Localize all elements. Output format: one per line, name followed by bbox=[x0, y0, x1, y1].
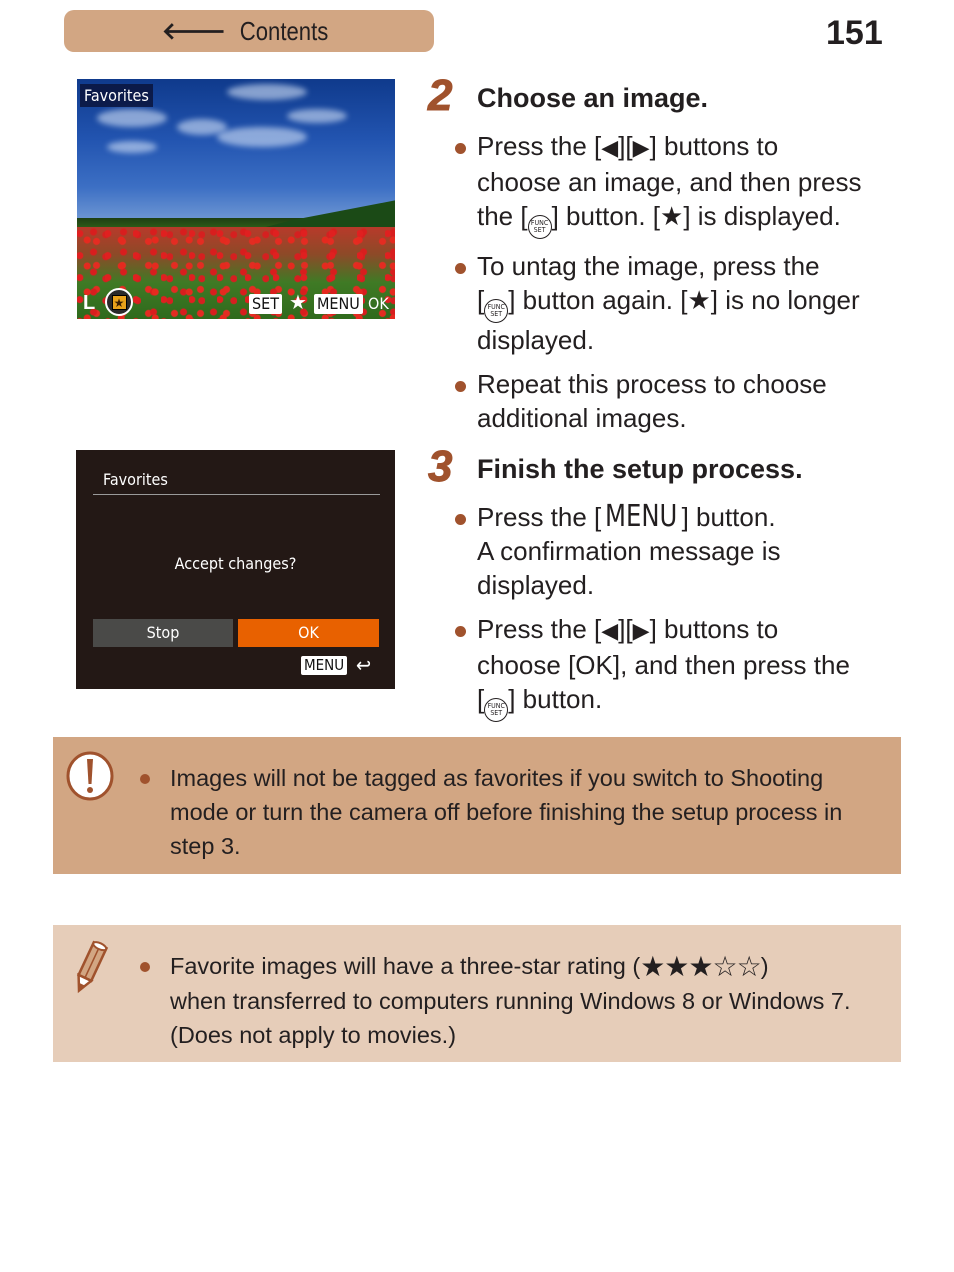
text: step 3. bbox=[170, 833, 241, 859]
set-key-icon: SET bbox=[249, 294, 283, 314]
text: To untag the image, press the bbox=[477, 251, 820, 281]
return-icon: ↩ bbox=[356, 653, 372, 677]
text: Press the [ bbox=[477, 131, 602, 161]
func-set-icon: FUNC SET bbox=[484, 698, 509, 722]
star-icon: ★ bbox=[289, 292, 307, 314]
image-size-indicator: L bbox=[83, 292, 96, 314]
text: A confirmation message is bbox=[477, 536, 781, 566]
camera-screen-photo: Favorites L ★ SET ★ MENU OK bbox=[77, 79, 395, 319]
menu-key-icon: MENU bbox=[301, 656, 348, 675]
favorite-badge-icon: ★ bbox=[105, 288, 133, 316]
stop-button[interactable]: Stop bbox=[93, 619, 233, 647]
page-number: 151 bbox=[826, 14, 883, 52]
set-label: SET bbox=[533, 226, 546, 234]
list-item: Press the [◀][▶] buttons to choose [OK],… bbox=[452, 612, 850, 722]
cloud bbox=[227, 84, 307, 100]
text: ] button. [ bbox=[551, 201, 660, 231]
text: ][ bbox=[618, 131, 633, 161]
text: ) bbox=[760, 953, 769, 979]
text: ] buttons to bbox=[649, 614, 779, 644]
memo-text: Favorite images will have a three-star r… bbox=[140, 949, 890, 1052]
contents-label: Contents bbox=[239, 15, 329, 46]
memo-note: Favorite images will have a three-star r… bbox=[53, 925, 901, 1062]
text: ] is displayed. bbox=[683, 201, 841, 231]
text: Repeat this process to choose bbox=[477, 369, 827, 399]
text: additional images. bbox=[477, 403, 687, 433]
func-set-icon: FUNC SET bbox=[527, 215, 552, 239]
list-item: Repeat this process to choose additional… bbox=[452, 367, 861, 435]
step-number: 2 bbox=[427, 71, 453, 120]
dialog-divider bbox=[93, 494, 380, 495]
menu-button-icon: MENU bbox=[605, 499, 678, 534]
list-item: Press the [MENU] button. A confirmation … bbox=[452, 500, 850, 602]
text: displayed. bbox=[477, 570, 595, 600]
bullet bbox=[140, 774, 150, 784]
rating-stars-filled-icon: ★★★ bbox=[640, 951, 713, 982]
step-bullets: Press the [◀][▶] buttons to choose an im… bbox=[452, 129, 861, 445]
text: ] button again. [ bbox=[508, 285, 688, 315]
dialog-title: Favorites bbox=[103, 470, 168, 489]
star-icon: ★ bbox=[660, 201, 684, 231]
step-3: 3 Finish the setup process. Press the [M… bbox=[427, 442, 908, 725]
func-set-icon: FUNC SET bbox=[484, 299, 509, 323]
caution-note: Images will not be tagged as favorites i… bbox=[53, 737, 901, 874]
dialog-message: Accept changes? bbox=[174, 554, 297, 573]
contents-button[interactable]: 🡐 Contents bbox=[64, 10, 434, 52]
text: Images will not be tagged as favorites i… bbox=[170, 765, 824, 791]
pencil-icon bbox=[66, 939, 114, 1000]
set-label: SET bbox=[490, 310, 503, 318]
text: displayed. bbox=[477, 325, 595, 355]
text: ] button. bbox=[508, 684, 603, 714]
ok-button[interactable]: OK bbox=[238, 619, 379, 647]
list-item: To untag the image, press the [FUNC SET] … bbox=[452, 249, 861, 357]
text: choose [OK], and then press the bbox=[477, 650, 850, 680]
star-icon: ★ bbox=[687, 285, 711, 315]
step-number: 3 bbox=[427, 442, 453, 491]
text: [ bbox=[477, 285, 485, 315]
text: Favorite images will have a three-star r… bbox=[170, 953, 641, 979]
text: ] button. bbox=[681, 502, 776, 532]
step-title: Choose an image. bbox=[477, 83, 709, 113]
right-arrow-icon: ▶ bbox=[632, 135, 650, 160]
text: when transferred to computers running Wi… bbox=[170, 988, 851, 1014]
text: Press the [ bbox=[477, 502, 602, 532]
caution-text: Images will not be tagged as favorites i… bbox=[140, 761, 890, 863]
step-title: Finish the setup process. bbox=[477, 454, 803, 484]
text: (Does not apply to movies.) bbox=[170, 1022, 457, 1048]
cloud bbox=[107, 141, 157, 153]
screen-title: Favorites bbox=[80, 84, 153, 107]
bullet bbox=[140, 962, 150, 972]
text: ][ bbox=[618, 614, 633, 644]
left-arrow-icon: ◀ bbox=[601, 135, 619, 160]
camera-screen-dialog: Favorites Accept changes? Stop OK MENU ↩ bbox=[76, 450, 395, 689]
menu-key-icon: MENU bbox=[314, 294, 363, 314]
step-bullets: Press the [MENU] button. A confirmation … bbox=[452, 500, 850, 732]
set-label: SET bbox=[490, 709, 503, 717]
text: the [ bbox=[477, 201, 528, 231]
step-2: 2 Choose an image. Press the [◀][▶] butt… bbox=[427, 71, 908, 433]
text: [ bbox=[477, 684, 485, 714]
screen-bottom-bar: L ★ SET ★ MENU OK bbox=[77, 285, 395, 319]
rating-stars-empty-icon: ☆☆ bbox=[712, 951, 762, 982]
cloud bbox=[217, 127, 307, 147]
arrow-left-icon: 🡐 bbox=[161, 18, 227, 45]
cloud bbox=[287, 109, 347, 123]
text: ] is no longer bbox=[710, 285, 860, 315]
text: Press the [ bbox=[477, 614, 602, 644]
text: choose an image, and then press bbox=[477, 167, 862, 197]
text: ] buttons to bbox=[649, 131, 779, 161]
left-arrow-icon: ◀ bbox=[601, 618, 619, 643]
list-item: Press the [◀][▶] buttons to choose an im… bbox=[452, 129, 861, 239]
cloud bbox=[97, 109, 167, 127]
right-arrow-icon: ▶ bbox=[632, 618, 650, 643]
text: mode or turn the camera off before finis… bbox=[170, 799, 843, 825]
ok-label: OK bbox=[368, 294, 389, 313]
exclamation-icon bbox=[66, 751, 116, 806]
